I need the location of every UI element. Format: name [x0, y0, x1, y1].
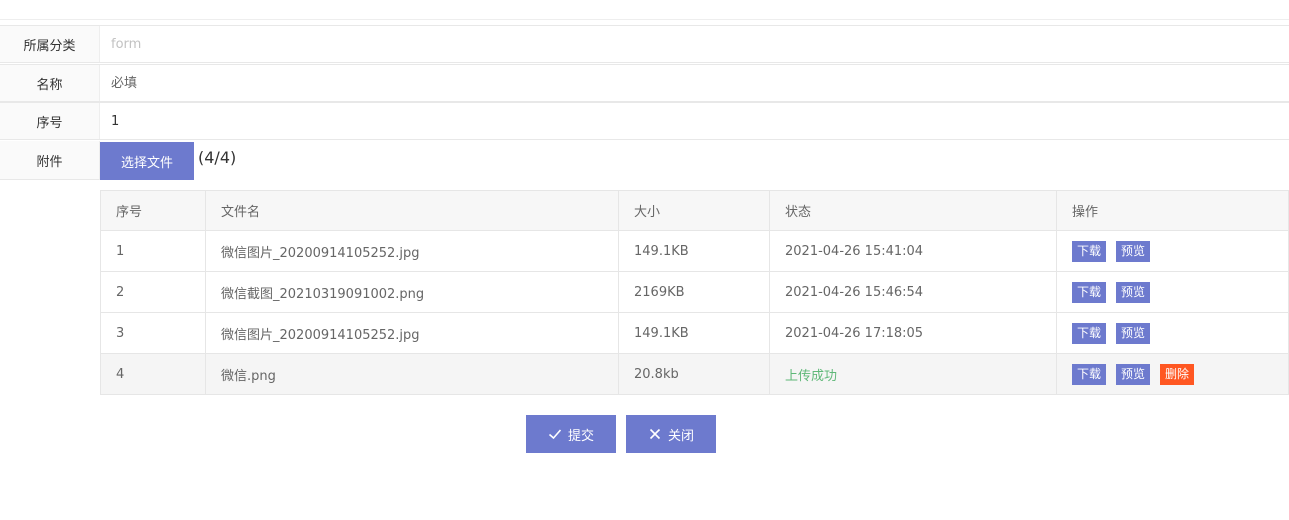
table-row: 2 微信截图_20210319091002.png 2169KB 2021-04…: [100, 271, 1289, 313]
close-icon: [649, 428, 661, 440]
download-button[interactable]: 下载: [1072, 240, 1107, 262]
check-icon: [548, 429, 562, 440]
row-index: 2: [100, 271, 206, 313]
preview-button[interactable]: 预览: [1116, 363, 1151, 385]
row-actions: 下载 预览: [1056, 312, 1289, 354]
download-button[interactable]: 下载: [1072, 322, 1107, 344]
delete-button[interactable]: 删除: [1160, 363, 1195, 385]
download-button[interactable]: 下载: [1072, 281, 1107, 303]
row-index: 3: [100, 312, 206, 354]
submit-button[interactable]: 提交: [526, 415, 616, 453]
row-status: 上传成功: [769, 353, 1057, 395]
row-filename: 微信图片_20200914105252.jpg: [205, 230, 619, 272]
name-label: 名称: [0, 65, 100, 101]
preview-button[interactable]: 预览: [1116, 281, 1151, 303]
row-size: 149.1KB: [618, 312, 770, 354]
row-filename: 微信截图_20210319091002.png: [205, 271, 619, 313]
table-row: 4 微信.png 20.8kb 上传成功 下载 预览 删除: [100, 353, 1289, 395]
category-input[interactable]: [100, 26, 1289, 62]
row-size: 2169KB: [618, 271, 770, 313]
header-actions: 操作: [1056, 190, 1289, 231]
header-index: 序号: [100, 190, 206, 231]
category-label: 所属分类: [0, 26, 100, 62]
top-strip: [0, 0, 1289, 20]
preview-button[interactable]: 预览: [1116, 322, 1151, 344]
choose-file-button[interactable]: 选择文件: [100, 142, 194, 180]
row-actions: 下载 预览: [1056, 230, 1289, 272]
name-row: 名称: [0, 64, 1289, 102]
row-index: 1: [100, 230, 206, 272]
row-actions: 下载 预览 删除: [1056, 353, 1289, 395]
close-label: 关闭: [667, 428, 694, 444]
row-index: 4: [100, 353, 206, 395]
header-filename: 文件名: [205, 190, 619, 231]
close-button[interactable]: 关闭: [626, 415, 716, 453]
row-status: 2021-04-26 17:18:05: [769, 312, 1057, 354]
file-table: 序号 文件名 大小 状态 操作 1 微信图片_20200914105252.jp…: [100, 190, 1289, 395]
table-header-row: 序号 文件名 大小 状态 操作: [100, 190, 1289, 231]
row-size: 149.1KB: [618, 230, 770, 272]
row-actions: 下载 预览: [1056, 271, 1289, 313]
sequence-input[interactable]: [100, 103, 1289, 139]
download-button[interactable]: 下载: [1072, 363, 1107, 385]
row-filename: 微信图片_20200914105252.jpg: [205, 312, 619, 354]
category-row: 所属分类: [0, 25, 1289, 63]
table-row: 3 微信图片_20200914105252.jpg 149.1KB 2021-0…: [100, 312, 1289, 354]
sequence-row: 序号: [0, 102, 1289, 140]
header-size: 大小: [618, 190, 770, 231]
sequence-label: 序号: [0, 103, 100, 139]
name-input[interactable]: [100, 65, 1289, 101]
row-size: 20.8kb: [618, 353, 770, 395]
file-count: (4/4): [198, 148, 237, 167]
header-status: 状态: [769, 190, 1057, 231]
row-status: 2021-04-26 15:46:54: [769, 271, 1057, 313]
row-status: 2021-04-26 15:41:04: [769, 230, 1057, 272]
attachment-label: 附件: [0, 141, 100, 180]
row-filename: 微信.png: [205, 353, 619, 395]
preview-button[interactable]: 预览: [1116, 240, 1151, 262]
submit-label: 提交: [567, 428, 594, 444]
table-row: 1 微信图片_20200914105252.jpg 149.1KB 2021-0…: [100, 230, 1289, 272]
